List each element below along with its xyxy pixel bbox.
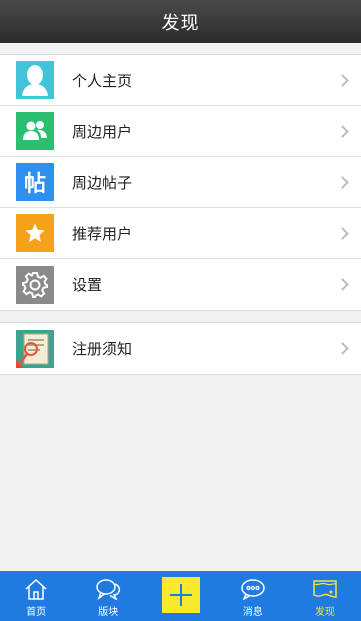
menu-item-label: 周边用户: [72, 122, 133, 141]
top-bar: 发现: [0, 0, 361, 43]
tab-discover-label: 发现: [314, 607, 335, 618]
tab-discover[interactable]: 发现: [289, 571, 361, 621]
nearby-posts-glyph: 帖: [23, 172, 46, 197]
menu-item-recommended-users[interactable]: 推荐用户: [0, 208, 361, 259]
bottom-tab-bar: 首页 版块 消息 发现: [0, 571, 361, 621]
tab-messages[interactable]: 消息: [217, 571, 289, 621]
forum-icon: [95, 577, 121, 601]
tab-forum-label: 版块: [98, 607, 119, 618]
menu-item-label: 推荐用户: [72, 224, 133, 243]
message-icon: [240, 577, 266, 601]
menu-item-label: 设置: [72, 276, 103, 294]
profile-icon: [16, 61, 54, 99]
menu-item-registration-notice[interactable]: 注册须知: [0, 323, 361, 374]
chevron-right-icon: [336, 226, 349, 240]
menu-group-secondary: 注册须知: [0, 322, 361, 375]
tab-post-new[interactable]: [144, 571, 216, 621]
page-title: 发现: [161, 12, 200, 34]
nearby-posts-icon: 帖: [16, 163, 54, 201]
chevron-right-icon: [336, 342, 349, 355]
home-icon: [23, 577, 49, 601]
plus-icon: [161, 577, 200, 613]
tab-home-label: 首页: [26, 607, 47, 618]
chevron-right-icon: [336, 278, 349, 291]
chevron-right-icon: [336, 175, 349, 189]
menu-item-nearby-users[interactable]: 周边用户: [0, 106, 361, 157]
menu-item-settings[interactable]: 设置: [0, 259, 361, 310]
menu-group-main: 个人主页 周边用户 帖 周边帖子 推荐用户 设置: [0, 54, 361, 311]
menu-item-label: 个人主页: [72, 71, 133, 90]
tab-messages-label: 消息: [242, 607, 263, 618]
menu-item-label: 周边帖子: [72, 173, 133, 192]
chevron-right-icon: [336, 124, 349, 138]
gear-icon: [16, 265, 54, 304]
menu-item-label: 注册须知: [72, 340, 133, 358]
menu-item-nearby-posts[interactable]: 帖 周边帖子: [0, 157, 361, 208]
nearby-users-icon: [16, 112, 54, 150]
tab-home[interactable]: 首页: [0, 571, 72, 621]
discover-icon: [312, 577, 338, 601]
chevron-right-icon: [336, 73, 349, 87]
star-icon: [16, 214, 54, 252]
tab-forum[interactable]: 版块: [72, 571, 144, 621]
registration-notice-icon: [16, 329, 54, 368]
menu-item-profile[interactable]: 个人主页: [0, 55, 361, 106]
